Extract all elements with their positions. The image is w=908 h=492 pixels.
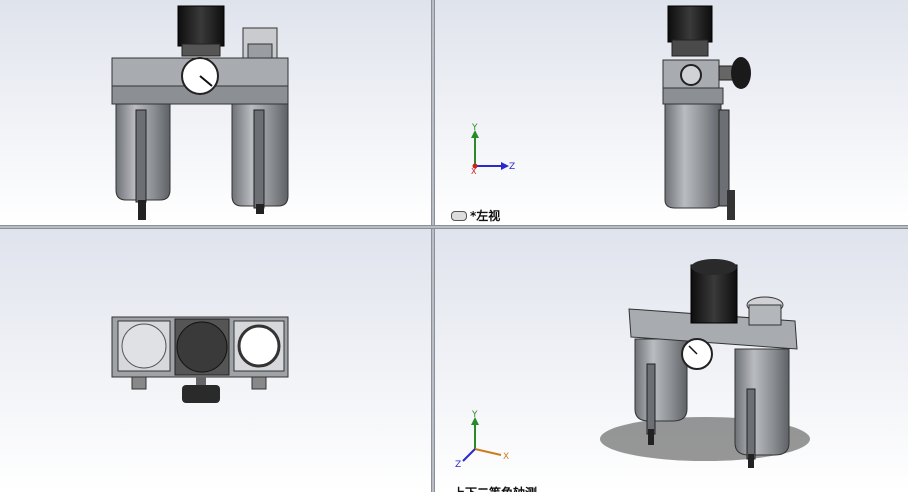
axis-label-y: Y — [471, 123, 478, 133]
regulator-knob — [177, 5, 225, 47]
top-view-model — [111, 316, 289, 403]
axis-triad-iso: Y X Z — [455, 410, 509, 470]
viewport-isometric[interactable]: Y X Z 上下二等角轴测 — [435, 229, 908, 492]
axis-triad-left: Y Z X — [471, 123, 515, 176]
solidworks-four-view-layout: Y Z X *左视 Y X Z — [0, 0, 908, 492]
viewport-top[interactable] — [0, 229, 431, 492]
adjust-knob-top — [182, 385, 220, 403]
view-label-left: *左视 — [451, 207, 500, 224]
lubricator-cap-top — [237, 324, 281, 368]
viewport-splitter-vertical[interactable] — [431, 0, 435, 492]
regulator-knob-top — [176, 321, 228, 373]
viewport-front[interactable] — [0, 0, 431, 225]
link-icon — [451, 210, 467, 221]
axis-label-y: Y — [471, 410, 478, 420]
axis-label-z: Z — [455, 460, 461, 470]
view-name: *左视 — [470, 209, 501, 223]
axis-label-x: X — [471, 167, 477, 176]
view-name: 上下二等角轴测 — [453, 484, 537, 492]
axis-label-z: Z — [509, 162, 515, 172]
viewport-left[interactable]: Y Z X *左视 — [435, 0, 908, 225]
view-label-iso: 上下二等角轴测 — [453, 484, 537, 492]
front-view-model — [111, 5, 289, 220]
axis-label-x: X — [503, 452, 509, 462]
viewport-splitter-horizontal[interactable] — [0, 225, 908, 229]
